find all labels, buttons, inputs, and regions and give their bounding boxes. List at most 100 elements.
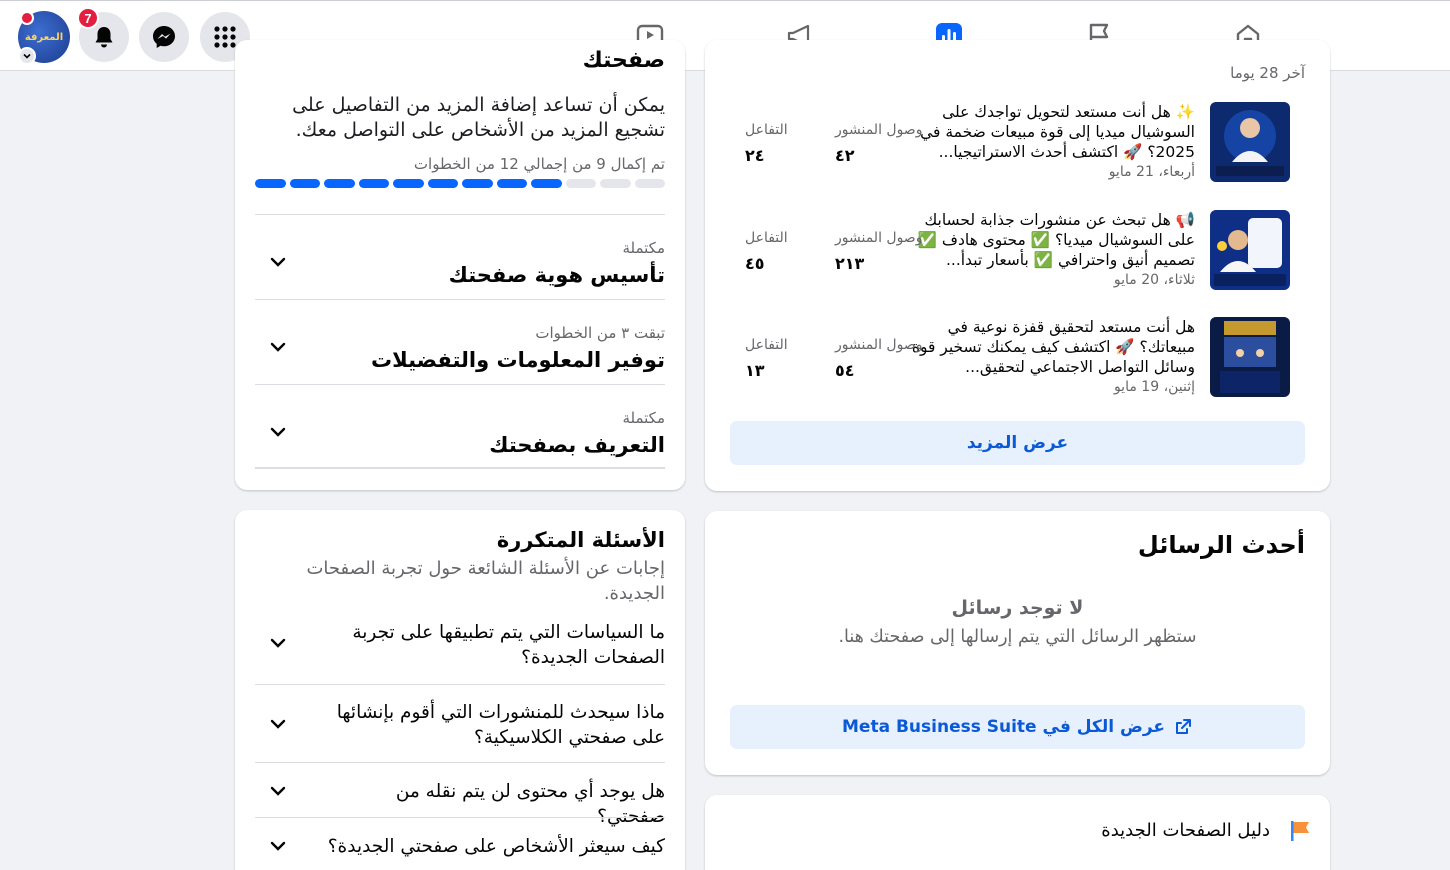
post-date: أربعاء، 21 مايو bbox=[1108, 164, 1195, 180]
progress-segment bbox=[531, 179, 562, 188]
progress-segment bbox=[565, 179, 596, 188]
reach-label: وصول المنشور bbox=[835, 230, 923, 246]
post-text: ✨ هل أنت مستعد لتحويل تواجدك على السوشيا… bbox=[920, 103, 1195, 161]
orange-flag-icon bbox=[1291, 821, 1309, 841]
post-date: ثلاثاء، 20 مايو bbox=[1113, 272, 1195, 288]
post-reach: وصول المنشور ٥٤ bbox=[835, 337, 931, 380]
chevron-down-icon[interactable] bbox=[267, 835, 289, 857]
post-text: 📢 هل تبحث عن منشورات جذابة لحسابك على ال… bbox=[917, 211, 1195, 269]
post-engagement: التفاعل ٤٥ bbox=[745, 230, 795, 273]
account-avatar[interactable]: المعرفة bbox=[18, 11, 70, 65]
chevron-down-icon[interactable] bbox=[267, 421, 289, 443]
faq-question[interactable]: ما السياسات التي يتم تطبيقها على تجربة ا… bbox=[255, 606, 665, 684]
messages-title: أحدث الرسائل bbox=[1137, 531, 1305, 559]
post-engagement: التفاعل ٢٤ bbox=[745, 122, 795, 165]
progress-segment bbox=[393, 179, 424, 188]
progress-segment bbox=[600, 179, 631, 188]
post-thumbnail[interactable] bbox=[1210, 102, 1290, 182]
chevron-down-icon[interactable] bbox=[267, 632, 289, 654]
progress-segment bbox=[255, 179, 286, 188]
step-title: التعريف بصفحتك bbox=[489, 433, 665, 457]
setup-progress-bar bbox=[255, 179, 665, 188]
post-thumbnail[interactable] bbox=[1210, 317, 1290, 397]
post-reach: وصول المنشور ٤٢ bbox=[835, 122, 931, 165]
chevron-down-icon bbox=[23, 53, 31, 59]
engagement-value: ٤٥ bbox=[745, 254, 765, 273]
progress-segment bbox=[496, 179, 527, 188]
progress-segment bbox=[462, 179, 493, 188]
setup-progress-text: تم إكمال 9 من إجمالي 12 من الخطوات bbox=[413, 155, 665, 173]
post-row[interactable]: 📢 هل تبحث عن منشورات جذابة لحسابك على ال… bbox=[730, 210, 1305, 292]
setup-step[interactable]: مكتملة التعريف بصفحتك bbox=[255, 384, 665, 469]
setup-step[interactable]: مكتملة تأسيس هوية صفحتك bbox=[255, 214, 665, 299]
faq-question-text: ما السياسات التي يتم تطبيقها على تجربة ا… bbox=[352, 622, 665, 668]
page-setup-card: صفحتك يمكن أن تساعد إضافة المزيد من التف… bbox=[235, 40, 685, 490]
avatar-logo-text: المعرفة bbox=[24, 31, 64, 43]
see-more-button[interactable]: عرض المزيد bbox=[730, 421, 1305, 465]
messages-empty-subtitle: ستظهر الرسائل التي يتم إرسالها إلى صفحتك… bbox=[838, 627, 1197, 647]
progress-segment bbox=[324, 179, 355, 188]
reach-value: ٢١٣ bbox=[835, 254, 865, 273]
step-status: مكتملة bbox=[622, 409, 665, 427]
chevron-down-icon[interactable] bbox=[267, 780, 289, 802]
view-all-label: عرض الكل في Meta Business Suite bbox=[842, 717, 1166, 737]
status-dot bbox=[20, 11, 34, 25]
reach-label: وصول المنشور bbox=[835, 122, 923, 138]
engagement-label: التفاعل bbox=[745, 337, 788, 353]
post-engagement: التفاعل ١٣ bbox=[745, 337, 795, 380]
post-reach: وصول المنشور ٢١٣ bbox=[835, 230, 931, 273]
faq-question[interactable]: ماذا سيحدث للمنشورات التي أقوم بإنشائها … bbox=[255, 684, 665, 762]
faq-question-text: ماذا سيحدث للمنشورات التي أقوم بإنشائها … bbox=[336, 702, 665, 748]
latest-messages-card: أحدث الرسائل لا توجد رسائل ستظهر الرسائل… bbox=[705, 511, 1330, 775]
step-status: تبقت ٣ من الخطوات bbox=[535, 324, 665, 342]
step-title: تأسيس هوية صفحتك bbox=[448, 263, 665, 287]
chevron-down-icon[interactable] bbox=[267, 336, 289, 358]
post-image-2 bbox=[1210, 210, 1290, 290]
recent-posts-card: آخر 28 يوما ✨ هل أنت مستعد لتحويل تواجدك… bbox=[705, 40, 1330, 491]
view-all-in-business-suite-button[interactable]: عرض الكل في Meta Business Suite bbox=[730, 705, 1305, 749]
grid-menu-icon bbox=[214, 26, 236, 48]
progress-segment bbox=[289, 179, 320, 188]
faq-description: إجابات عن الأسئلة الشائعة حول تجربة الصف… bbox=[306, 558, 665, 604]
post-row[interactable]: ✨ هل أنت مستعد لتحويل تواجدك على السوشيا… bbox=[730, 102, 1305, 184]
engagement-label: التفاعل bbox=[745, 122, 788, 138]
new-pages-guide-card[interactable]: دليل الصفحات الجديدة bbox=[705, 795, 1330, 870]
notification-count-badge: 7 bbox=[77, 7, 99, 29]
chevron-down-icon[interactable] bbox=[267, 251, 289, 273]
setup-card-title: صفحتك bbox=[582, 48, 665, 73]
post-image-3 bbox=[1210, 317, 1290, 397]
progress-segment bbox=[358, 179, 389, 188]
engagement-value: ٢٤ bbox=[745, 146, 765, 165]
post-thumbnail[interactable] bbox=[1210, 210, 1290, 290]
post-date: إثنين، 19 مايو bbox=[1113, 379, 1195, 395]
post-image-1 bbox=[1210, 102, 1290, 182]
reach-value: ٥٤ bbox=[835, 361, 855, 380]
faq-question[interactable]: كيف سيعثر الأشخاص على صفحتي الجديدة؟ bbox=[255, 817, 665, 870]
chevron-down-icon[interactable] bbox=[267, 713, 289, 735]
engagement-value: ١٣ bbox=[745, 361, 765, 380]
faq-question-text: كيف سيعثر الأشخاص على صفحتي الجديدة؟ bbox=[327, 836, 665, 857]
bell-icon bbox=[95, 27, 113, 48]
progress-segment bbox=[427, 179, 458, 188]
faq-question[interactable]: هل يوجد أي محتوى لن يتم نقله من صفحتي؟ bbox=[255, 762, 665, 827]
setup-step[interactable]: تبقت ٣ من الخطوات توفير المعلومات والتفض… bbox=[255, 299, 665, 384]
external-link-icon bbox=[1176, 719, 1192, 734]
faq-card: الأسئلة المتكررة إجابات عن الأسئلة الشائ… bbox=[235, 510, 685, 870]
messages-empty-title: لا توجد رسائل bbox=[951, 597, 1084, 619]
account-switch-chevron[interactable] bbox=[18, 47, 36, 65]
messenger-icon bbox=[153, 26, 175, 48]
step-status: مكتملة bbox=[622, 239, 665, 257]
reach-label: وصول المنشور bbox=[835, 337, 923, 353]
post-row[interactable]: هل أنت مستعد لتحقيق قفزة نوعية في مبيعات… bbox=[730, 317, 1305, 399]
faq-title: الأسئلة المتكررة bbox=[496, 528, 665, 552]
engagement-label: التفاعل bbox=[745, 230, 788, 246]
progress-segment bbox=[634, 179, 665, 188]
guide-title: دليل الصفحات الجديدة bbox=[1101, 820, 1270, 841]
setup-card-description: يمكن أن تساعد إضافة المزيد من التفاصيل ع… bbox=[292, 94, 665, 141]
notifications-button[interactable]: 7 bbox=[77, 7, 129, 62]
reach-value: ٤٢ bbox=[835, 146, 855, 165]
messenger-button[interactable] bbox=[139, 12, 189, 62]
posts-period-label: آخر 28 يوما bbox=[1230, 64, 1305, 82]
post-text: هل أنت مستعد لتحقيق قفزة نوعية في مبيعات… bbox=[911, 318, 1195, 376]
step-title: توفير المعلومات والتفضيلات bbox=[371, 348, 665, 372]
